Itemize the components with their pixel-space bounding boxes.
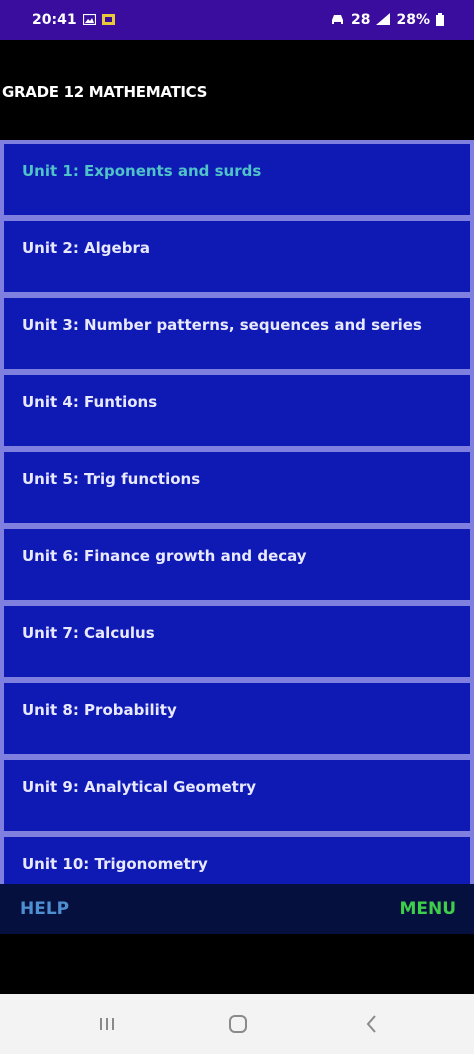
signal-text: 28 <box>351 12 371 28</box>
system-nav-bar <box>0 994 474 1054</box>
status-bar: 20:41 28 28% <box>0 0 474 40</box>
status-right: 28 28% <box>330 12 444 28</box>
car-mode-icon <box>330 13 345 27</box>
signal-icon <box>376 13 391 27</box>
home-icon[interactable] <box>226 1012 250 1036</box>
unit-item-3[interactable]: Unit 3: Number patterns, sequences and s… <box>4 298 470 369</box>
gallery-icon <box>82 13 96 27</box>
page-title: GRADE 12 MATHEMATICS <box>2 83 208 101</box>
status-time: 20:41 <box>32 12 77 28</box>
unit-item-5[interactable]: Unit 5: Trig functions <box>4 452 470 523</box>
notification-icon <box>101 13 115 27</box>
status-left: 20:41 <box>32 12 115 28</box>
unit-item-1[interactable]: Unit 1: Exponents and surds <box>4 144 470 215</box>
recents-icon[interactable] <box>95 1012 119 1036</box>
battery-text: 28% <box>396 12 430 28</box>
unit-item-6[interactable]: Unit 6: Finance growth and decay <box>4 529 470 600</box>
unit-item-7[interactable]: Unit 7: Calculus <box>4 606 470 677</box>
menu-button[interactable]: MENU <box>399 899 456 919</box>
unit-item-9[interactable]: Unit 9: Analytical Geometry <box>4 760 470 831</box>
unit-item-8[interactable]: Unit 8: Probability <box>4 683 470 754</box>
back-icon[interactable] <box>360 1012 384 1036</box>
app-header: GRADE 12 MATHEMATICS <box>0 40 474 140</box>
app-screen: 20:41 28 28% GRADE 12 MATHEMATICS Unit 1… <box>0 0 474 1054</box>
battery-icon <box>436 12 444 28</box>
help-button[interactable]: HELP <box>20 899 69 919</box>
unit-item-4[interactable]: Unit 4: Funtions <box>4 375 470 446</box>
bottom-bar: HELP MENU <box>0 884 474 934</box>
unit-list[interactable]: Unit 1: Exponents and surds Unit 2: Alge… <box>0 140 474 884</box>
unit-item-10[interactable]: Unit 10: Trigonometry <box>4 837 470 884</box>
unit-item-2[interactable]: Unit 2: Algebra <box>4 221 470 292</box>
